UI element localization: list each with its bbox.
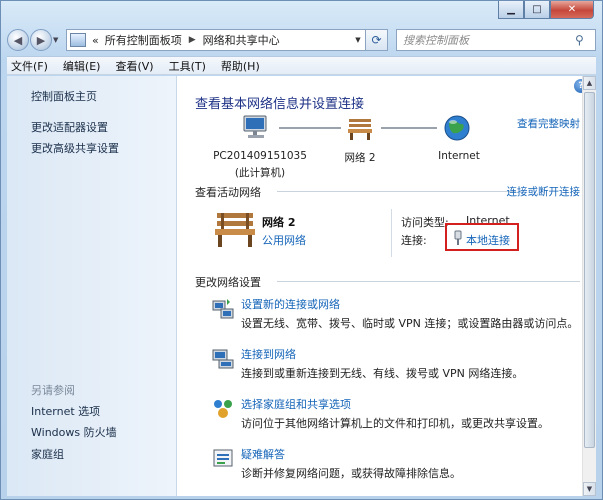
map-internet: Internet bbox=[438, 150, 480, 162]
left-pane: 控制面板主页 更改适配器设置 更改高级共享设置 另请参阅 Internet 选项… bbox=[7, 76, 177, 496]
menu-file[interactable]: 文件(F) bbox=[11, 58, 48, 74]
task-troubleshoot-link[interactable]: 疑难解答 bbox=[241, 446, 285, 462]
back-button[interactable]: ◀ bbox=[7, 29, 29, 51]
globe-icon bbox=[444, 115, 470, 141]
map-network-name: 网络 2 bbox=[344, 152, 376, 164]
task-new-connection-link[interactable]: 设置新的连接或网络 bbox=[241, 296, 340, 312]
address-overflow[interactable]: « bbox=[92, 34, 99, 47]
connect-network-icon bbox=[212, 349, 234, 369]
menu-bar: 文件(F) 编辑(E) 查看(V) 工具(T) 帮助(H) bbox=[7, 56, 596, 75]
section-divider bbox=[277, 191, 516, 192]
section-divider bbox=[277, 281, 580, 282]
task-new-connection-desc: 设置无线、宽带、拨号、临时或 VPN 连接；或设置路由器或访问点。 bbox=[241, 317, 579, 330]
breadcrumb-separator-icon[interactable]: ▶ bbox=[189, 35, 196, 45]
search-placeholder: 搜索控制面板 bbox=[403, 34, 469, 47]
search-input[interactable]: 搜索控制面板 ⚲ bbox=[396, 29, 596, 51]
task-connect-network-desc: 连接到或重新连接到无线、有线、拨号或 VPN 网络连接。 bbox=[241, 367, 524, 380]
troubleshoot-icon bbox=[213, 449, 233, 467]
bench-icon bbox=[348, 119, 372, 140]
sidebar-advanced-sharing[interactable]: 更改高级共享设置 bbox=[31, 140, 119, 156]
window-controls: ▁ □ ✕ bbox=[498, 1, 594, 19]
sidebar-internet-options[interactable]: Internet 选项 bbox=[31, 403, 100, 419]
minimize-icon[interactable]: ▁ bbox=[498, 1, 524, 19]
menu-edit[interactable]: 编辑(E) bbox=[63, 58, 101, 74]
task-troubleshoot-desc: 诊断并修复网络问题，或获得故障排除信息。 bbox=[241, 467, 461, 480]
nav-bar: ◀ ▶ ▼ « 所有控制面板项 ▶ 网络和共享中心 ▼ ⟳ 搜索控制面板 ⚲ bbox=[7, 27, 596, 53]
computer-icon bbox=[243, 115, 267, 138]
map-computer-sub: (此计算机) bbox=[234, 167, 286, 179]
address-dropdown-icon[interactable]: ▼ bbox=[351, 36, 365, 44]
map-computer-name: PC201409151035 bbox=[213, 150, 307, 162]
network-map: PC201409151035 (此计算机) 网络 2 Internet bbox=[201, 114, 491, 179]
map-link-line bbox=[381, 127, 437, 129]
refresh-button[interactable]: ⟳ bbox=[366, 29, 388, 51]
menu-help[interactable]: 帮助(H) bbox=[221, 58, 260, 74]
bench-icon bbox=[215, 213, 255, 247]
sidebar-change-adapter[interactable]: 更改适配器设置 bbox=[31, 119, 108, 135]
scroll-up-icon[interactable]: ▲ bbox=[583, 76, 596, 90]
maximize-icon[interactable]: □ bbox=[524, 1, 550, 19]
view-full-map-link[interactable]: 查看完整映射 bbox=[517, 116, 580, 131]
history-dropdown-icon[interactable]: ▼ bbox=[53, 36, 63, 44]
sidebar-control-panel-home[interactable]: 控制面板主页 bbox=[31, 88, 97, 104]
menu-tools[interactable]: 工具(T) bbox=[169, 58, 206, 74]
vertical-divider bbox=[391, 209, 392, 257]
scroll-thumb[interactable] bbox=[584, 92, 595, 448]
task-homegroup-link[interactable]: 选择家庭组和共享选项 bbox=[241, 396, 351, 412]
task-connect-network-link[interactable]: 连接到网络 bbox=[241, 346, 296, 362]
close-icon[interactable]: ✕ bbox=[550, 1, 594, 19]
breadcrumb-all-items[interactable]: 所有控制面板项 bbox=[105, 32, 182, 48]
menu-view[interactable]: 查看(V) bbox=[115, 58, 153, 74]
change-settings-heading: 更改网络设置 bbox=[195, 276, 261, 289]
control-panel-icon bbox=[70, 33, 86, 47]
breadcrumb-network-center[interactable]: 网络和共享中心 bbox=[203, 32, 280, 48]
homegroup-icon bbox=[214, 400, 232, 418]
see-also-heading: 另请参阅 bbox=[31, 384, 75, 397]
forward-button[interactable]: ▶ bbox=[30, 29, 52, 51]
connection-label: 连接: bbox=[401, 234, 427, 247]
connect-disconnect-link[interactable]: 连接或断开连接 bbox=[507, 184, 581, 199]
sidebar-windows-firewall[interactable]: Windows 防火墙 bbox=[31, 424, 117, 440]
window: ▁ □ ✕ ◀ ▶ ▼ « 所有控制面板项 ▶ 网络和共享中心 ▼ ⟳ 搜索控制… bbox=[0, 0, 603, 500]
task-homegroup-desc: 访问位于其他网络计算机上的文件和打印机，或更改共享设置。 bbox=[241, 417, 549, 430]
scroll-down-icon[interactable]: ▼ bbox=[583, 482, 596, 496]
search-icon[interactable]: ⚲ bbox=[575, 33, 595, 47]
network-type-link[interactable]: 公用网络 bbox=[262, 232, 306, 248]
local-connection-link[interactable]: 本地连接 bbox=[466, 232, 510, 248]
main-pane: ? 查看基本网络信息并设置连接 查看完整映射 PC201409151035 (此… bbox=[177, 76, 596, 496]
page-title: 查看基本网络信息并设置连接 bbox=[195, 97, 365, 112]
address-bar[interactable]: « 所有控制面板项 ▶ 网络和共享中心 ▼ bbox=[66, 29, 366, 51]
sidebar-homegroup[interactable]: 家庭组 bbox=[31, 446, 64, 462]
ethernet-plug-icon bbox=[454, 230, 462, 245]
scrollbar[interactable]: ▲ ▼ bbox=[582, 76, 596, 496]
access-type-label: 访问类型: bbox=[401, 216, 449, 229]
map-link-line bbox=[279, 127, 341, 129]
active-networks-heading: 查看活动网络 bbox=[195, 186, 261, 199]
active-network-name: 网络 2 bbox=[262, 216, 296, 229]
new-connection-icon bbox=[212, 299, 234, 319]
